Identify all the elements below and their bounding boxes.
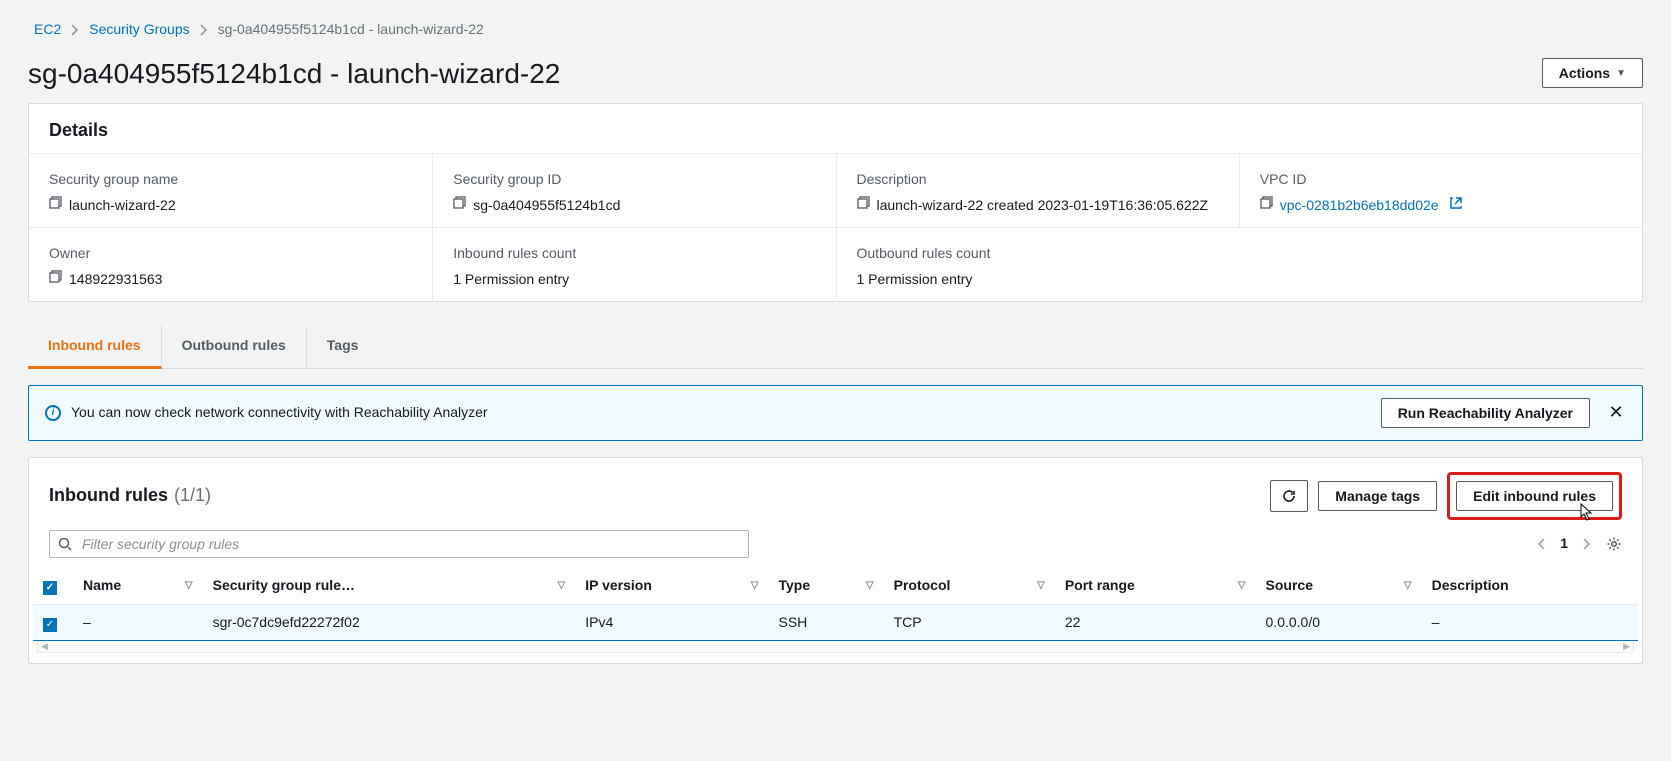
sort-icon: ▽: [558, 579, 566, 593]
run-reachability-analyzer-button[interactable]: Run Reachability Analyzer: [1381, 398, 1590, 428]
info-icon: i: [45, 405, 61, 421]
copy-icon[interactable]: [857, 196, 871, 210]
col-port-range[interactable]: Port range▽: [1055, 568, 1256, 604]
row-checkbox[interactable]: ✓: [43, 618, 57, 632]
col-type[interactable]: Type▽: [768, 568, 883, 604]
cell-ip-version: IPv4: [575, 604, 768, 641]
prev-page-icon[interactable]: [1536, 537, 1546, 551]
cell-protocol: TCP: [884, 604, 1055, 641]
refresh-button[interactable]: [1270, 480, 1308, 512]
cell-rule-id: sgr-0c7dc9efd22272f02: [203, 604, 576, 641]
gear-icon[interactable]: [1606, 536, 1622, 552]
inbound-rules-title: Inbound rules (1/1): [49, 483, 211, 508]
pagination: 1: [1536, 534, 1622, 554]
actions-button[interactable]: Actions ▼: [1542, 58, 1643, 88]
search-icon: [58, 537, 72, 551]
cell-name: –: [73, 604, 203, 641]
caret-down-icon: ▼: [1616, 68, 1626, 79]
breadcrumb: EC2 Security Groups sg-0a404955f5124b1cd…: [28, 14, 1643, 50]
in-count-label: Inbound rules count: [453, 244, 815, 264]
out-count-label: Outbound rules count: [857, 244, 1219, 264]
breadcrumb-ec2[interactable]: EC2: [34, 20, 61, 40]
sg-id-value: sg-0a404955f5124b1cd: [473, 196, 620, 216]
tab-inbound-rules[interactable]: Inbound rules: [28, 326, 162, 369]
vpc-link[interactable]: vpc-0281b2b6eb18dd02e: [1280, 196, 1439, 216]
horizontal-scrollbar[interactable]: ◀▶: [37, 641, 1634, 653]
info-text: You can now check network connectivity w…: [71, 403, 488, 423]
edit-inbound-rules-button[interactable]: Edit inbound rules: [1456, 481, 1613, 511]
close-icon[interactable]: ✕: [1606, 400, 1626, 425]
inbound-rules-count: (1/1): [174, 483, 211, 508]
col-protocol[interactable]: Protocol▽: [884, 568, 1055, 604]
select-all-checkbox[interactable]: ✓: [43, 581, 57, 595]
sort-icon: ▽: [185, 579, 193, 593]
external-link-icon[interactable]: [1449, 196, 1463, 210]
inbound-rules-table: ✓ Name▽ Security group rule…▽ IP version…: [33, 568, 1638, 641]
desc-label: Description: [857, 170, 1219, 190]
tab-tags[interactable]: Tags: [307, 326, 379, 368]
copy-icon[interactable]: [453, 196, 467, 210]
col-ip-version[interactable]: IP version▽: [575, 568, 768, 604]
reachability-info-banner: i You can now check network connectivity…: [28, 385, 1643, 441]
cell-desc: –: [1422, 604, 1638, 641]
details-card: Details Security group name launch-wizar…: [28, 103, 1643, 303]
sort-icon: ▽: [1238, 579, 1246, 593]
page-number: 1: [1560, 534, 1568, 554]
cell-type: SSH: [768, 604, 883, 641]
cell-source: 0.0.0.0/0: [1256, 604, 1422, 641]
cell-port: 22: [1055, 604, 1256, 641]
sort-icon: ▽: [751, 579, 759, 593]
vpc-label: VPC ID: [1260, 170, 1622, 190]
tabs: Inbound rules Outbound rules Tags: [28, 326, 1643, 369]
breadcrumb-security-groups[interactable]: Security Groups: [89, 20, 189, 40]
col-rule-id[interactable]: Security group rule…▽: [203, 568, 576, 604]
sg-name-value: launch-wizard-22: [69, 196, 176, 216]
col-name[interactable]: Name▽: [73, 568, 203, 604]
page-title: sg-0a404955f5124b1cd - launch-wizard-22: [28, 54, 560, 93]
table-row[interactable]: ✓ – sgr-0c7dc9efd22272f02 IPv4 SSH TCP 2…: [33, 604, 1638, 641]
chevron-right-icon: [71, 24, 79, 36]
in-count-value: 1 Permission entry: [453, 270, 569, 290]
next-page-icon[interactable]: [1582, 537, 1592, 551]
sg-name-label: Security group name: [49, 170, 412, 190]
col-source[interactable]: Source▽: [1256, 568, 1422, 604]
filter-input[interactable]: [80, 535, 740, 553]
owner-value: 148922931563: [69, 270, 162, 290]
filter-input-wrap: [49, 530, 749, 558]
sg-id-label: Security group ID: [453, 170, 815, 190]
details-heading: Details: [29, 104, 1642, 154]
col-description[interactable]: Description: [1422, 568, 1638, 604]
out-count-value: 1 Permission entry: [857, 270, 973, 290]
copy-icon[interactable]: [49, 270, 63, 284]
sort-icon: ▽: [866, 579, 874, 593]
copy-icon[interactable]: [1260, 196, 1274, 210]
chevron-right-icon: [200, 24, 208, 36]
sort-icon: ▽: [1404, 579, 1412, 593]
sort-icon: ▽: [1037, 579, 1045, 593]
copy-icon[interactable]: [49, 196, 63, 210]
manage-tags-button[interactable]: Manage tags: [1318, 481, 1437, 511]
desc-value: launch-wizard-22 created 2023-01-19T16:3…: [877, 196, 1209, 216]
owner-label: Owner: [49, 244, 412, 264]
tab-outbound-rules[interactable]: Outbound rules: [162, 326, 307, 368]
inbound-rules-card: Inbound rules (1/1) Manage tags Edit inb…: [28, 457, 1643, 664]
edit-inbound-highlight: Edit inbound rules: [1447, 472, 1622, 520]
breadcrumb-current: sg-0a404955f5124b1cd - launch-wizard-22: [218, 20, 484, 40]
